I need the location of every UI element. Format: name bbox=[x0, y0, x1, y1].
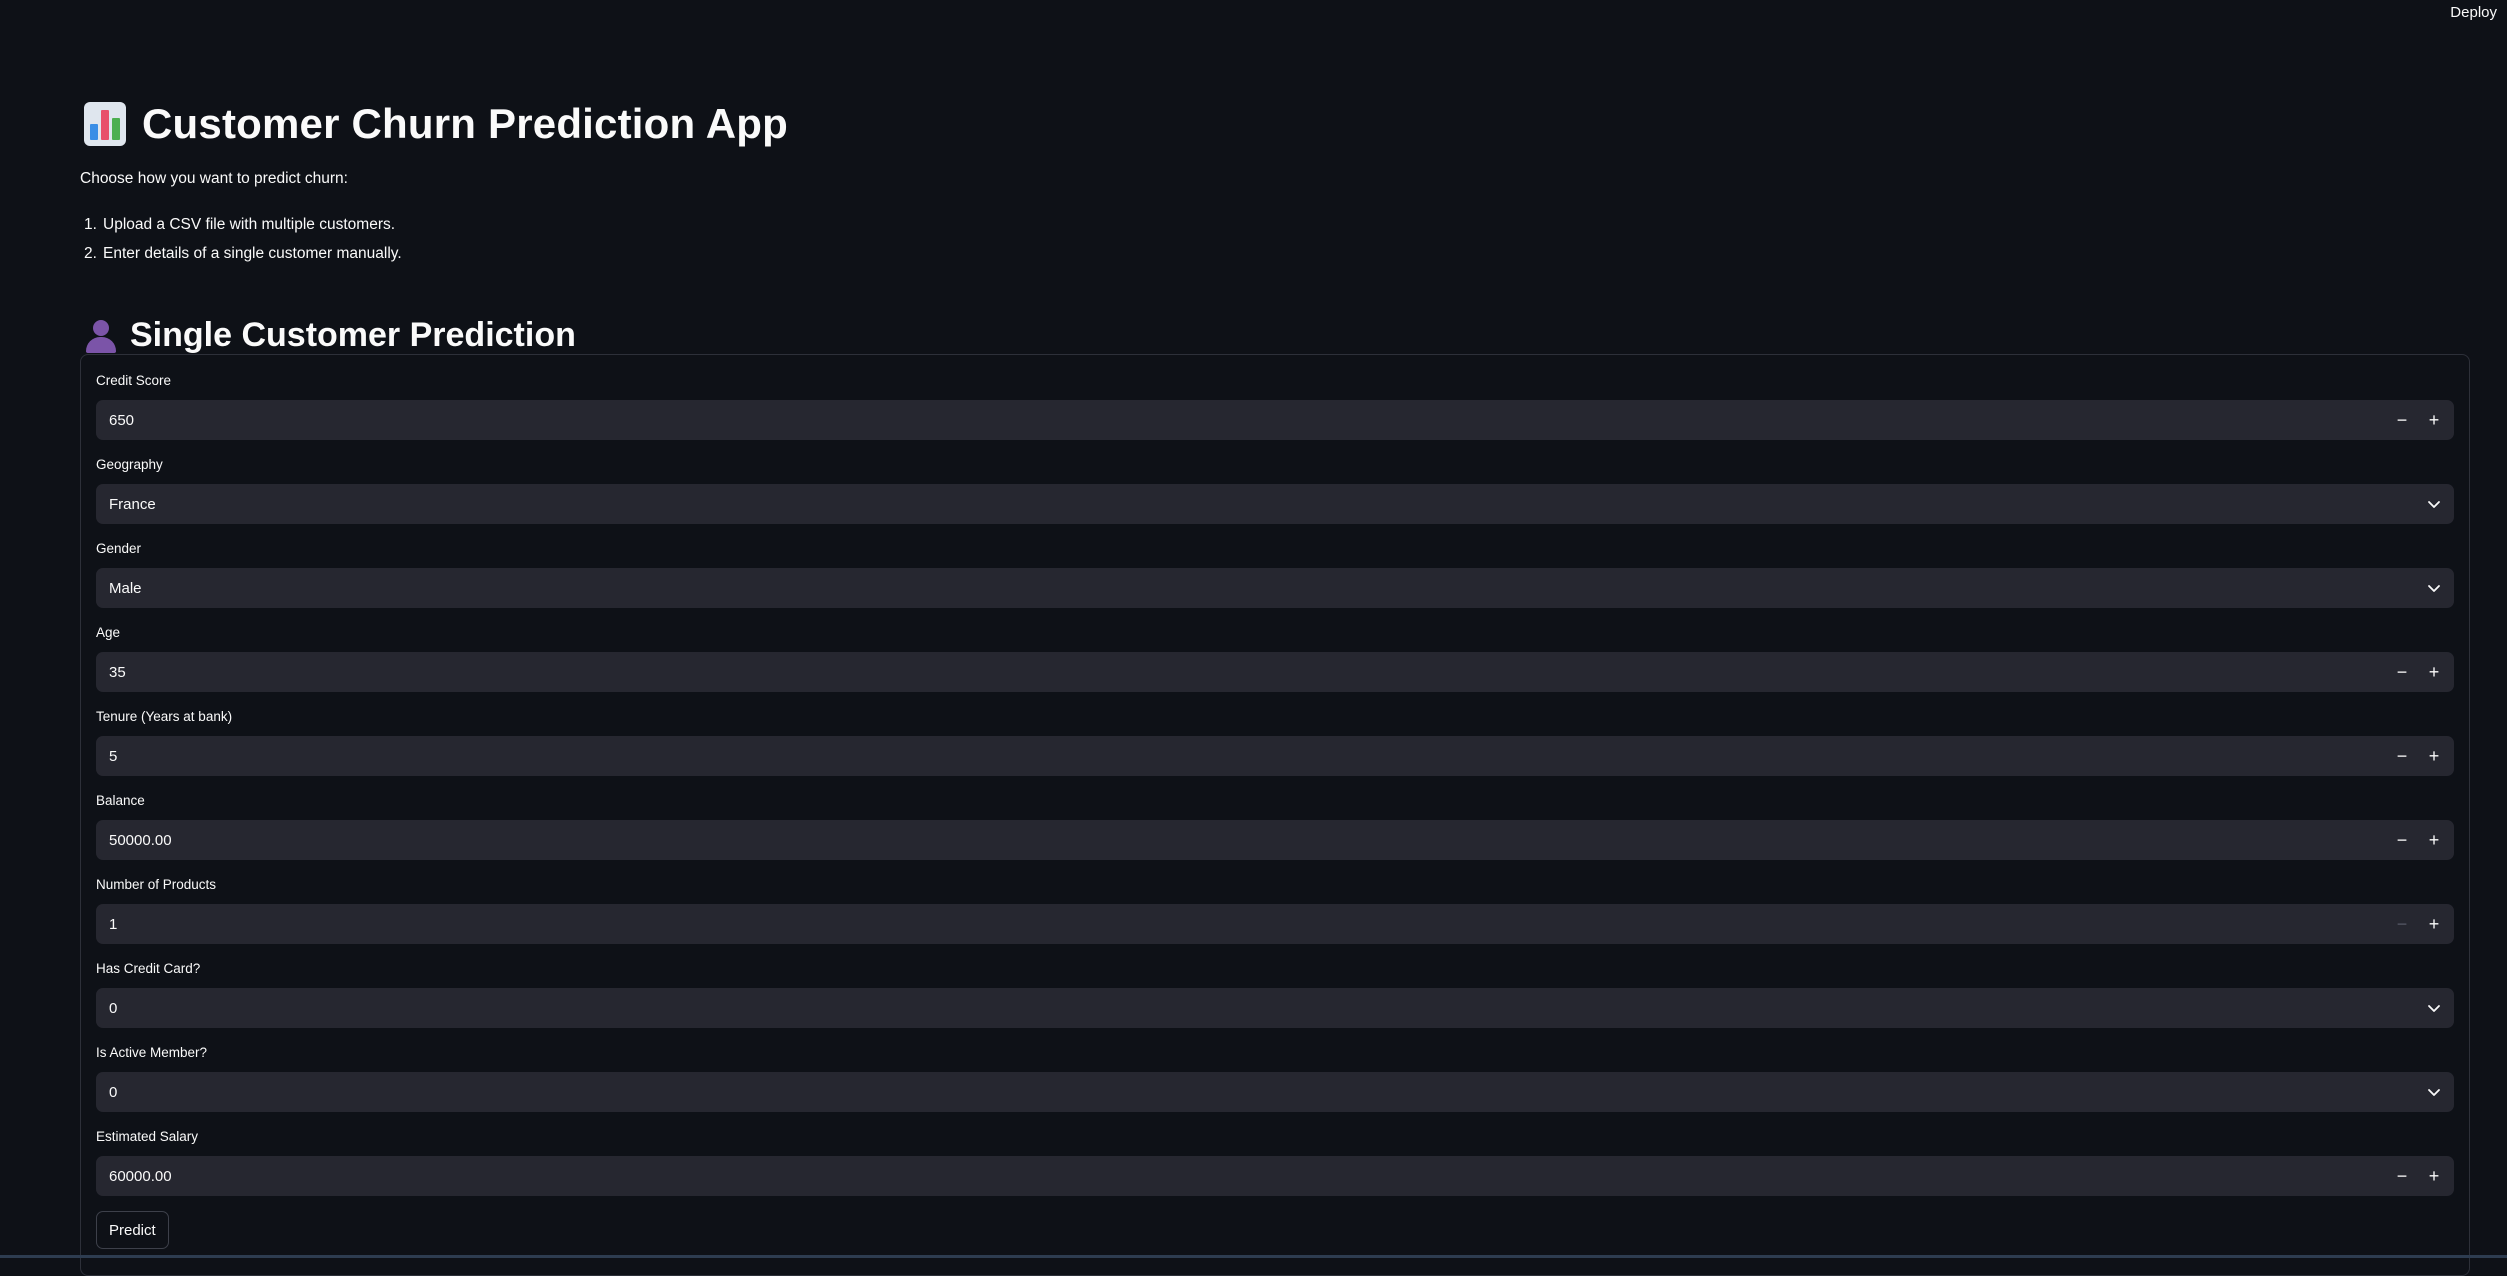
gender-select[interactable]: Male bbox=[96, 568, 2454, 608]
increment-button[interactable]: + bbox=[2418, 736, 2450, 776]
chevron-down-icon[interactable] bbox=[2414, 568, 2454, 608]
field-value[interactable]: Male bbox=[96, 580, 2414, 597]
field-label: Estimated Salary bbox=[96, 1126, 2454, 1148]
geography-select[interactable]: France bbox=[96, 484, 2454, 524]
increment-button[interactable]: + bbox=[2418, 904, 2450, 944]
age-input[interactable]: 35−+ bbox=[96, 652, 2454, 692]
credit-score-input[interactable]: 650−+ bbox=[96, 400, 2454, 440]
decrement-button[interactable]: − bbox=[2386, 400, 2418, 440]
field-label: Has Credit Card? bbox=[96, 958, 2454, 980]
list-item: 2. Enter details of a single customer ma… bbox=[84, 239, 402, 268]
field-balance: Balance 50000.00−+ bbox=[96, 790, 2454, 860]
decrement-button[interactable]: − bbox=[2386, 736, 2418, 776]
field-value[interactable]: 0 bbox=[96, 1000, 2414, 1017]
page-title-text: Customer Churn Prediction App bbox=[142, 100, 788, 148]
field-label: Geography bbox=[96, 454, 2454, 476]
field-number-of-products: Number of Products 1−+ bbox=[96, 874, 2454, 944]
chevron-down-icon[interactable] bbox=[2414, 988, 2454, 1028]
field-label: Age bbox=[96, 622, 2454, 644]
section-title-text: Single Customer Prediction bbox=[130, 316, 576, 355]
predict-button[interactable]: Predict bbox=[96, 1211, 169, 1249]
increment-button[interactable]: + bbox=[2418, 1156, 2450, 1196]
increment-button[interactable]: + bbox=[2418, 652, 2450, 692]
step-text: Upload a CSV file with multiple customer… bbox=[103, 216, 395, 234]
bar-chart-emoji-icon bbox=[84, 102, 126, 146]
has-credit-card-select[interactable]: 0 bbox=[96, 988, 2454, 1028]
step-number: 2. bbox=[84, 245, 103, 263]
field-value[interactable]: 0 bbox=[96, 1084, 2414, 1101]
estimated-salary-input[interactable]: 60000.00−+ bbox=[96, 1156, 2454, 1196]
field-value[interactable]: 5 bbox=[96, 748, 2386, 765]
field-gender: Gender Male bbox=[96, 538, 2454, 608]
deploy-button[interactable]: Deploy bbox=[2446, 2, 2501, 23]
field-value[interactable]: 1 bbox=[96, 916, 2386, 933]
field-estimated-salary: Estimated Salary 60000.00−+ bbox=[96, 1126, 2454, 1196]
decrement-button[interactable]: − bbox=[2386, 820, 2418, 860]
field-label: Tenure (Years at bank) bbox=[96, 706, 2454, 728]
field-label: Credit Score bbox=[96, 370, 2454, 392]
list-item: 1. Upload a CSV file with multiple custo… bbox=[84, 210, 402, 239]
field-geography: Geography France bbox=[96, 454, 2454, 524]
field-tenure-years-at-bank: Tenure (Years at bank) 5−+ bbox=[96, 706, 2454, 776]
tenure-years-at-bank-input[interactable]: 5−+ bbox=[96, 736, 2454, 776]
decrement-button[interactable]: − bbox=[2386, 652, 2418, 692]
field-age: Age 35−+ bbox=[96, 622, 2454, 692]
field-is-active-member: Is Active Member? 0 bbox=[96, 1042, 2454, 1112]
decrement-button[interactable]: − bbox=[2386, 904, 2418, 944]
field-value[interactable]: 35 bbox=[96, 664, 2386, 681]
prediction-form: Predict Credit Score650−+GeographyFrance… bbox=[80, 354, 2470, 1276]
chevron-down-icon[interactable] bbox=[2414, 484, 2454, 524]
field-label: Balance bbox=[96, 790, 2454, 812]
balance-input[interactable]: 50000.00−+ bbox=[96, 820, 2454, 860]
field-value[interactable]: 60000.00 bbox=[96, 1168, 2386, 1185]
field-label: Number of Products bbox=[96, 874, 2454, 896]
field-value[interactable]: 50000.00 bbox=[96, 832, 2386, 849]
field-label: Gender bbox=[96, 538, 2454, 560]
step-text: Enter details of a single customer manua… bbox=[103, 245, 402, 263]
steps-list: 1. Upload a CSV file with multiple custo… bbox=[84, 210, 402, 268]
person-silhouette-icon bbox=[84, 318, 118, 354]
page-title: Customer Churn Prediction App bbox=[84, 96, 788, 152]
increment-button[interactable]: + bbox=[2418, 820, 2450, 860]
step-number: 1. bbox=[84, 216, 103, 234]
intro-text: Choose how you want to predict churn: bbox=[80, 170, 348, 188]
chevron-down-icon[interactable] bbox=[2414, 1072, 2454, 1112]
field-value[interactable]: 650 bbox=[96, 412, 2386, 429]
number-of-products-input[interactable]: 1−+ bbox=[96, 904, 2454, 944]
increment-button[interactable]: + bbox=[2418, 400, 2450, 440]
decrement-button[interactable]: − bbox=[2386, 1156, 2418, 1196]
field-credit-score: Credit Score 650−+ bbox=[96, 370, 2454, 440]
is-active-member-select[interactable]: 0 bbox=[96, 1072, 2454, 1112]
field-value[interactable]: France bbox=[96, 496, 2414, 513]
field-label: Is Active Member? bbox=[96, 1042, 2454, 1064]
field-has-credit-card: Has Credit Card? 0 bbox=[96, 958, 2454, 1028]
